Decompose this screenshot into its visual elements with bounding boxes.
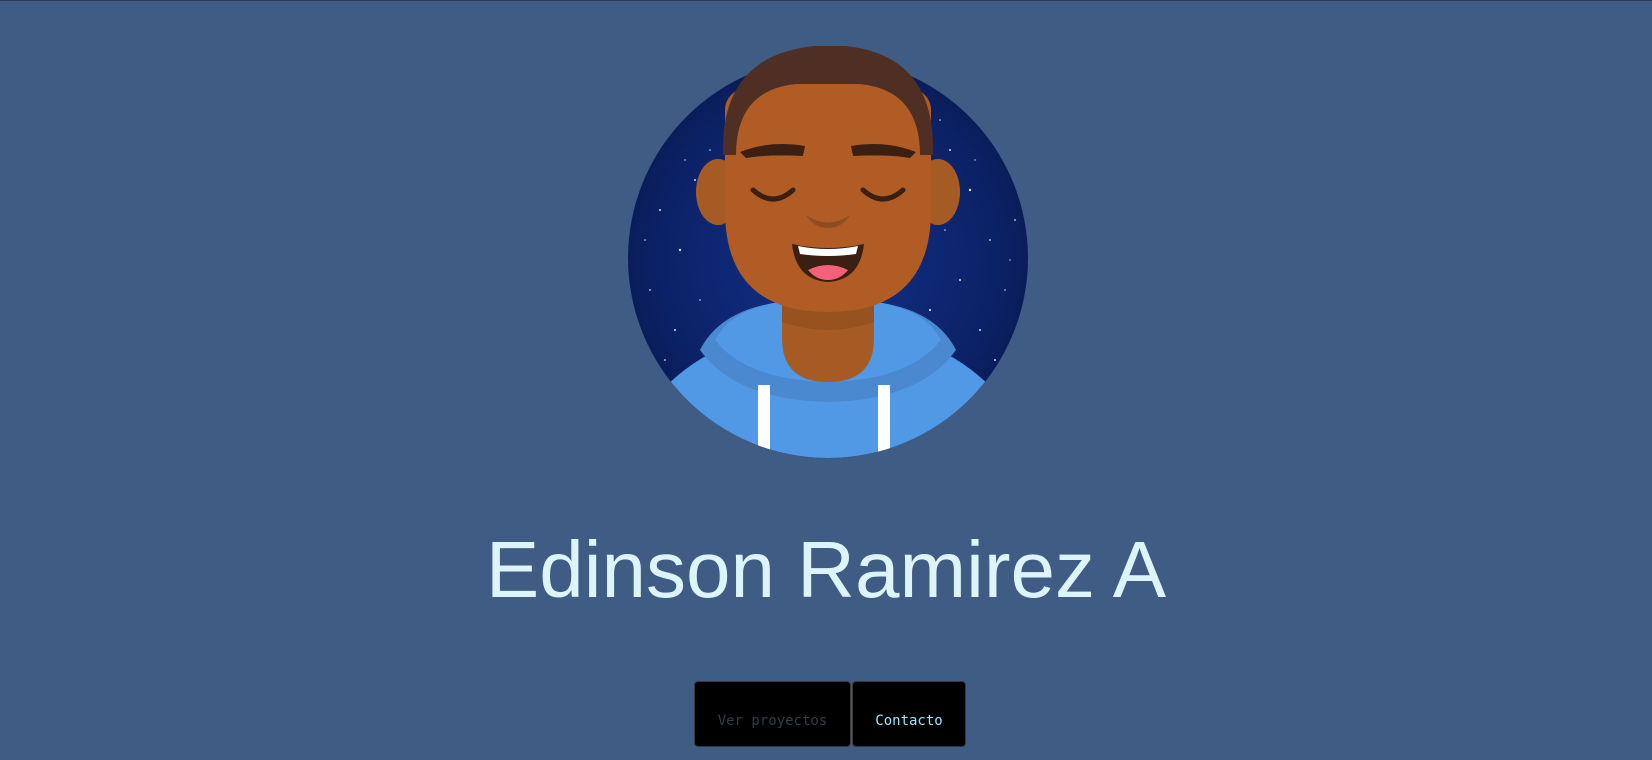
view-projects-button[interactable]: Ver proyectos [694,681,851,747]
avatar [620,40,1040,462]
top-border [0,0,1652,1]
smiling-person-avatar-icon [628,46,1028,458]
contact-button[interactable]: Contacto [852,681,966,747]
profile-name: Edinson Ramirez A [485,525,1167,614]
